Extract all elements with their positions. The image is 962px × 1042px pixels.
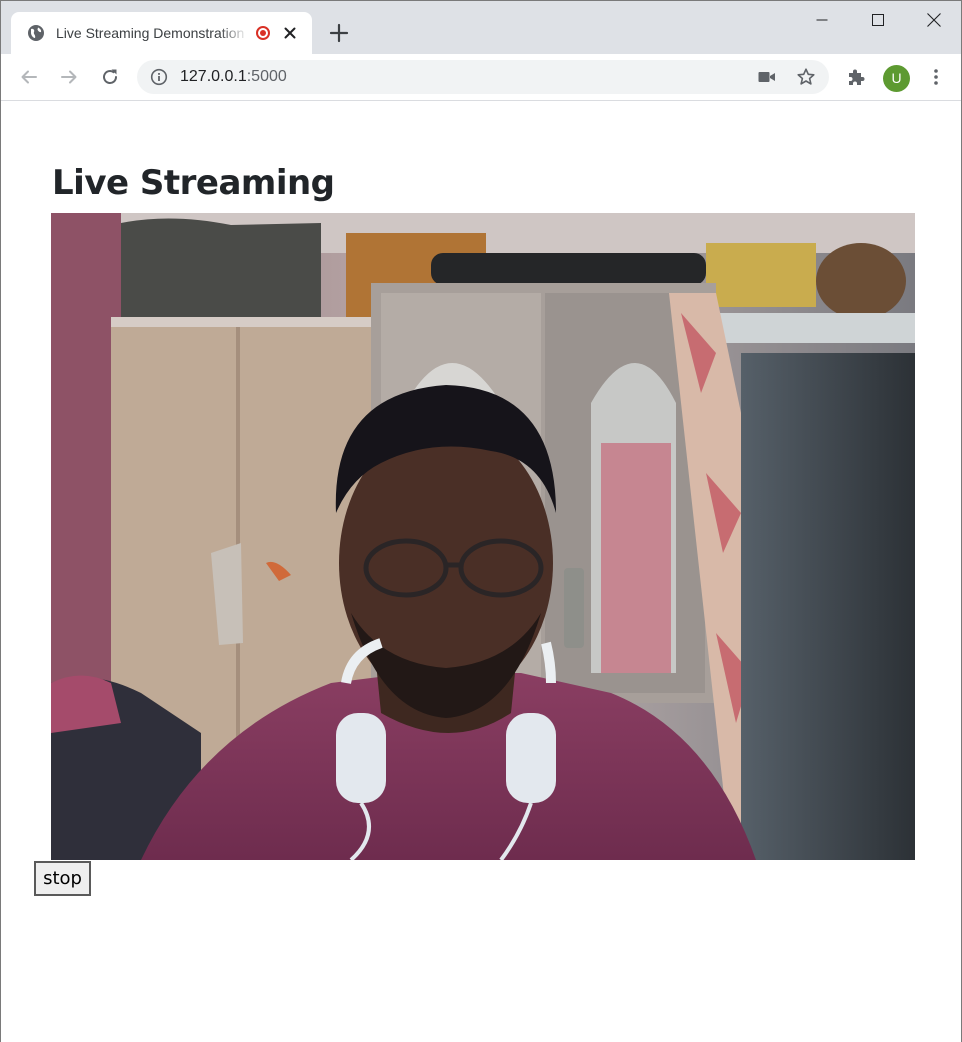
globe-icon: [27, 24, 45, 42]
url-port: :5000: [246, 68, 287, 85]
reload-button[interactable]: [98, 65, 122, 89]
kebab-menu-icon: [934, 69, 938, 85]
maximize-icon: [872, 14, 884, 26]
star-icon[interactable]: [796, 67, 816, 87]
video-camera-icon[interactable]: [757, 68, 777, 86]
profile-avatar[interactable]: U: [883, 65, 910, 92]
forward-button[interactable]: [57, 65, 81, 89]
maximize-button[interactable]: [850, 1, 906, 39]
page-title: Live Streaming: [52, 163, 335, 203]
webcam-stream: [51, 213, 915, 860]
arrow-right-icon: [61, 70, 77, 84]
tab-close-icon[interactable]: [281, 24, 299, 42]
minimize-button[interactable]: [794, 1, 850, 39]
browser-window: Live Streaming Demonstration 127.0.0.1:5…: [0, 0, 962, 1042]
url-text[interactable]: 127.0.0.1:5000: [180, 68, 287, 86]
page-content: Live Streaming stop: [1, 101, 961, 1042]
recording-dot-icon: [256, 26, 270, 40]
window-close-button[interactable]: [906, 1, 962, 39]
arrow-left-icon: [21, 70, 37, 84]
back-button[interactable]: [17, 65, 41, 89]
webcam-frame-image: [51, 213, 915, 860]
minimize-icon: [816, 19, 828, 21]
puzzle-icon: [849, 69, 865, 85]
tab-live-streaming[interactable]: Live Streaming Demonstration: [11, 12, 312, 54]
new-tab-button[interactable]: [327, 21, 351, 45]
close-icon: [927, 13, 941, 27]
tab-strip: Live Streaming Demonstration: [1, 1, 961, 54]
tab-title: Live Streaming Demonstration: [56, 25, 245, 41]
url-host: 127.0.0.1: [180, 68, 247, 85]
extensions-button[interactable]: [844, 65, 868, 89]
reload-icon: [103, 69, 117, 84]
address-bar[interactable]: 127.0.0.1:5000: [137, 60, 829, 94]
browser-toolbar: 127.0.0.1:5000 U: [1, 54, 961, 101]
plus-icon: [329, 23, 349, 43]
stop-button[interactable]: stop: [34, 861, 91, 896]
browser-menu-button[interactable]: [924, 65, 948, 89]
info-icon[interactable]: [150, 68, 168, 86]
